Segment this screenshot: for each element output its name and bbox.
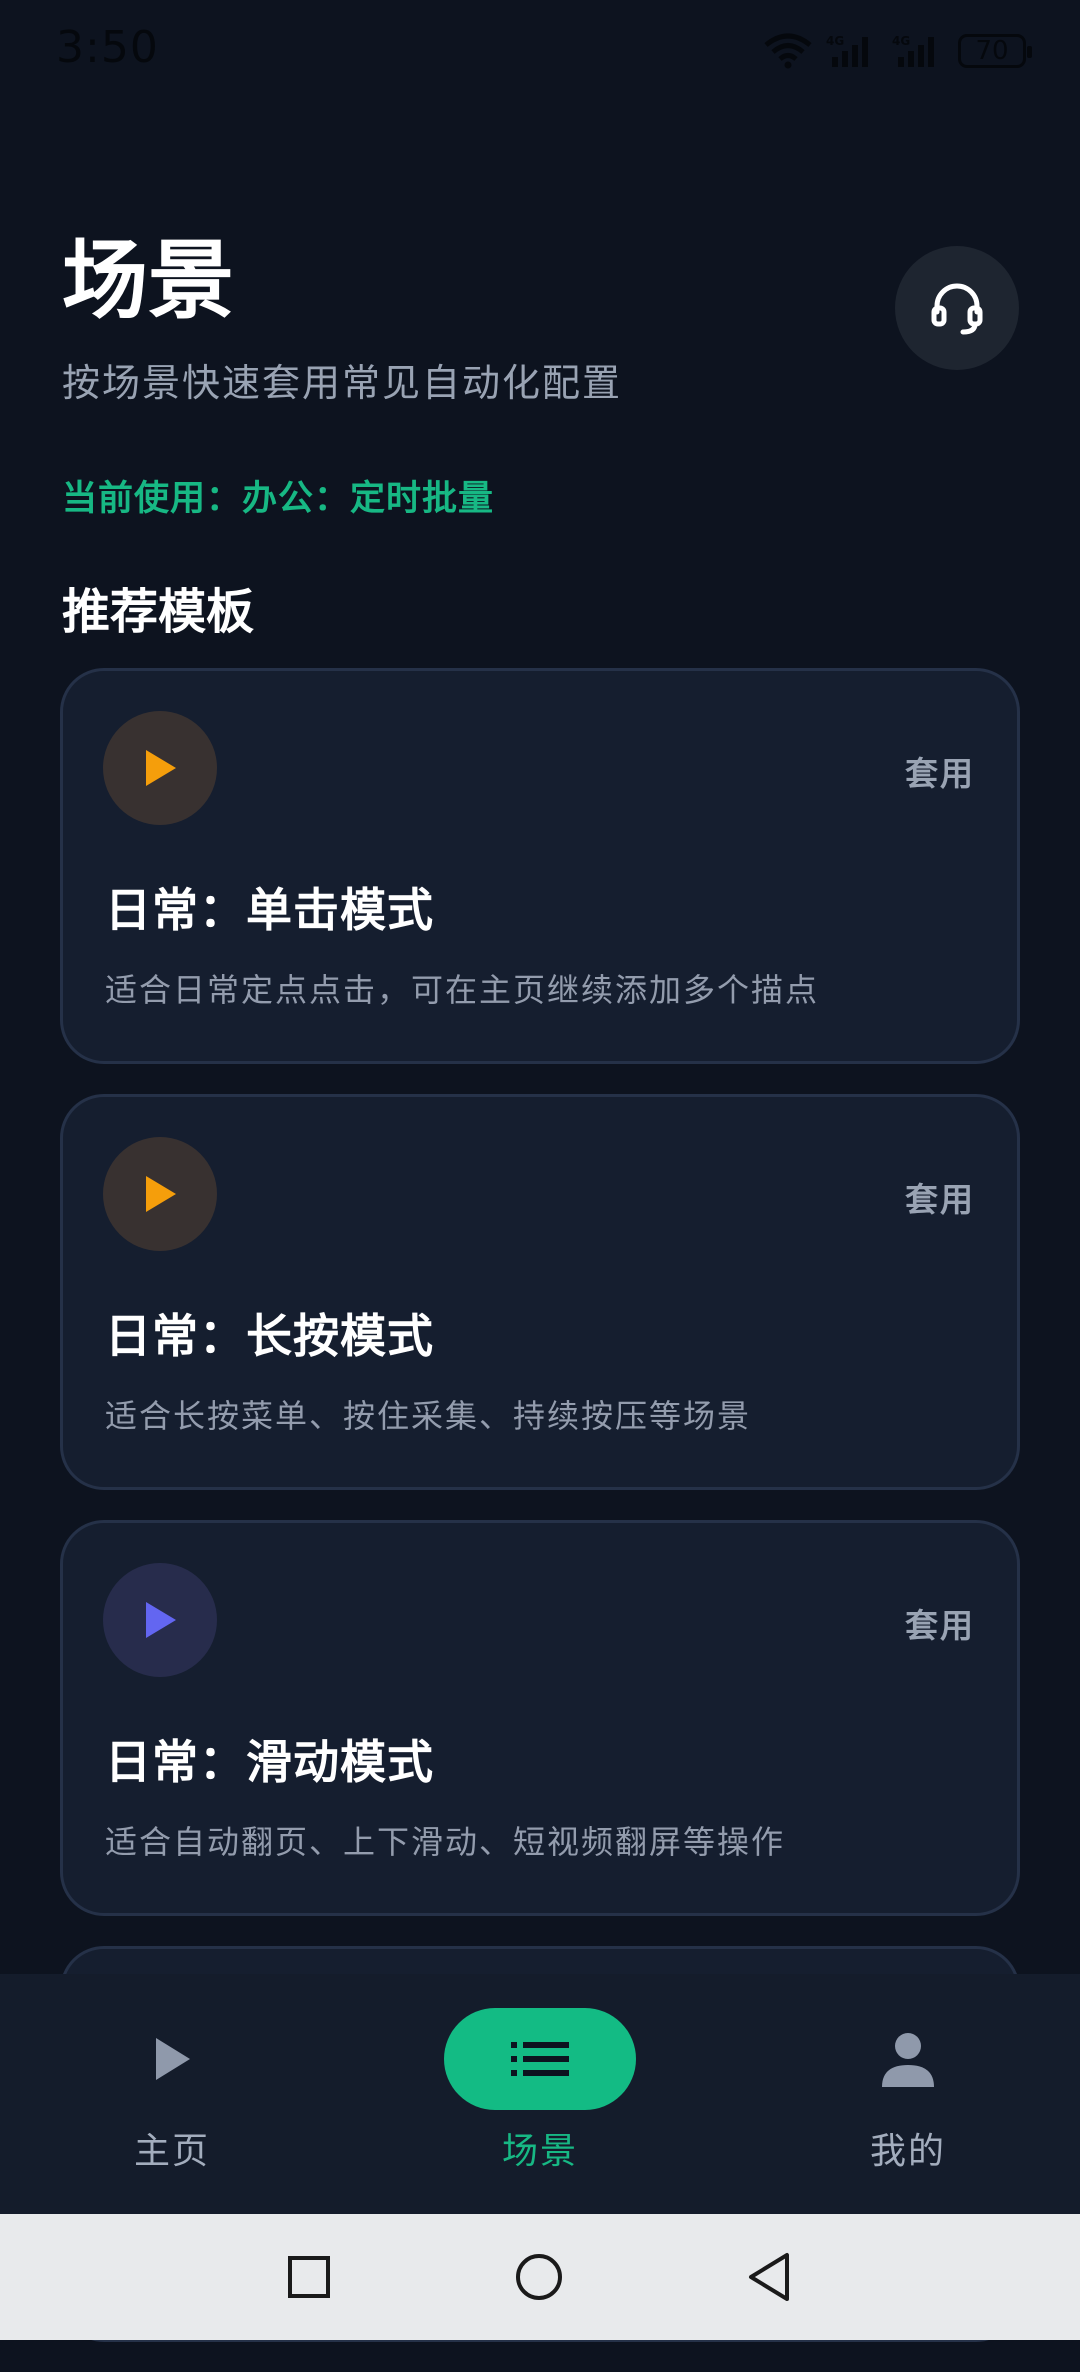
network-label: 4G xyxy=(826,34,844,48)
nav-item-scenes[interactable]: 场景 xyxy=(390,1974,690,2214)
nav-active-pill xyxy=(444,2008,636,2110)
apply-button[interactable]: 套用 xyxy=(905,1599,975,1647)
card-icon-circle xyxy=(103,1137,217,1251)
page-title: 场景 xyxy=(62,231,234,331)
card-title: 日常：单击模式 xyxy=(105,883,434,937)
battery-indicator: 70 xyxy=(958,34,1032,68)
headset-icon xyxy=(931,283,983,335)
current-scene-text: 当前使用：办公：定时批量 xyxy=(62,479,495,519)
nav-label-home: 主页 xyxy=(133,2131,210,2172)
template-card-longpress[interactable]: 套用 日常：长按模式 适合长按菜单、按住采集、持续按压等场景 xyxy=(60,1094,1020,1490)
back-triangle-icon xyxy=(749,2253,789,2301)
network-label: 4G xyxy=(892,34,910,48)
list-icon xyxy=(511,2042,569,2076)
nav-label-profile: 我的 xyxy=(869,2131,946,2172)
nav-icon-wrap xyxy=(132,2008,212,2110)
play-icon xyxy=(146,1176,176,1212)
card-title: 日常：长按模式 xyxy=(105,1309,434,1363)
bottom-navigation: 主页 场景 我的 xyxy=(0,1974,1080,2214)
nav-item-profile[interactable]: 我的 xyxy=(758,1974,1058,2214)
status-time: 3:50 xyxy=(56,22,159,73)
system-navigation-bar xyxy=(0,2214,1080,2340)
nav-label-scenes: 场景 xyxy=(501,2131,578,2172)
home-button[interactable] xyxy=(514,2252,564,2302)
apply-button[interactable]: 套用 xyxy=(905,1173,975,1221)
circle-icon xyxy=(516,2254,562,2300)
recent-apps-button[interactable] xyxy=(284,2252,334,2302)
section-title: 推荐模板 xyxy=(62,584,255,640)
play-icon xyxy=(156,2038,190,2080)
status-bar: 3:50 4G 4G 70 xyxy=(0,0,1080,100)
play-icon xyxy=(146,750,176,786)
card-description: 适合日常定点点击，可在主页继续添加多个描点 xyxy=(105,971,820,1009)
nav-icon-wrap xyxy=(868,2008,948,2110)
card-title: 日常：滑动模式 xyxy=(105,1735,434,1789)
page-subtitle: 按场景快速套用常见自动化配置 xyxy=(62,361,623,405)
card-description: 适合长按菜单、按住采集、持续按压等场景 xyxy=(105,1397,752,1435)
support-button[interactable] xyxy=(895,246,1019,370)
signal-icon-1: 4G xyxy=(826,34,868,67)
wifi-icon xyxy=(764,33,812,69)
template-card-click[interactable]: 套用 日常：单击模式 适合日常定点点击，可在主页继续添加多个描点 xyxy=(60,668,1020,1064)
person-icon xyxy=(882,2033,934,2087)
battery-level: 70 xyxy=(975,36,1009,66)
card-icon-circle xyxy=(103,1563,217,1677)
card-description: 适合自动翻页、上下滑动、短视频翻屏等操作 xyxy=(105,1823,786,1861)
square-icon xyxy=(288,2256,330,2298)
apply-button[interactable]: 套用 xyxy=(905,747,975,795)
play-icon xyxy=(146,1602,176,1638)
card-icon-circle xyxy=(103,711,217,825)
back-button[interactable] xyxy=(744,2252,794,2302)
signal-icon-2: 4G xyxy=(892,34,934,67)
nav-item-home[interactable]: 主页 xyxy=(22,1974,322,2214)
status-icons: 4G 4G 70 xyxy=(764,30,1032,72)
template-card-swipe[interactable]: 套用 日常：滑动模式 适合自动翻页、上下滑动、短视频翻屏等操作 xyxy=(60,1520,1020,1916)
